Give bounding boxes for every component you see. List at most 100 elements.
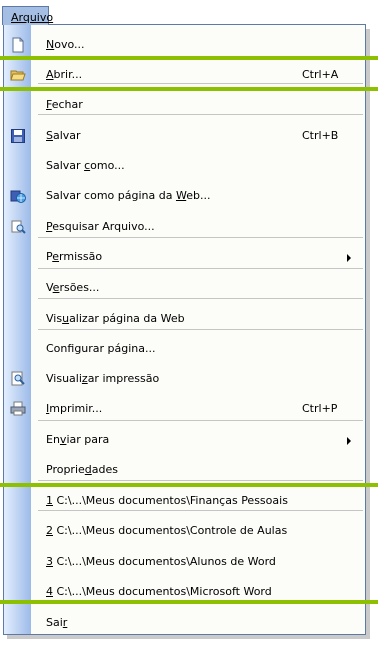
print-preview-icon	[10, 371, 26, 387]
menu-item-label: Configurar página...	[46, 342, 156, 355]
label-prefix: En	[46, 433, 60, 446]
menu-separator	[38, 268, 363, 269]
label-suffix: rsões...	[59, 281, 100, 294]
menu-separator	[38, 420, 363, 421]
menu-item-label: 1 C:\...\Meus documentos\Finanças Pessoa…	[46, 494, 288, 507]
menu-item-label: Versões...	[46, 281, 99, 294]
label-suffix: C:\...\Meus documentos\Finanças Pessoais	[53, 494, 288, 507]
menu-item-6[interactable]: Salvar como página da Web...	[4, 184, 365, 209]
menu-item-2[interactable]: Abrir... Ctrl+A	[4, 63, 365, 88]
label-mnemonic: 3	[46, 555, 53, 568]
label-mnemonic: e	[52, 250, 60, 263]
submenu-arrow-icon	[347, 254, 351, 262]
menu-separator	[38, 298, 363, 299]
menu-item-14[interactable]: Enviar para	[4, 428, 365, 453]
submenu-arrow-icon	[347, 437, 351, 445]
label-suffix: C:\...\Meus documentos\Alunos de Word	[53, 555, 276, 568]
menu-item-5[interactable]: Salvar como...	[4, 154, 365, 179]
menu-item-4[interactable]: Salvar Ctrl+B	[4, 124, 365, 149]
menu-item-17[interactable]: 2 C:\...\Meus documentos\Controle de Aul…	[4, 519, 365, 544]
menu-item-label: Sair	[46, 616, 67, 629]
label-suffix: rmissão	[59, 250, 103, 263]
menu-item-label: Propriedades	[46, 463, 118, 476]
search-file-icon	[10, 219, 26, 235]
menu-item-label: Imprimir...	[46, 402, 102, 415]
menu-arquivo-tab[interactable]: Arquivo	[2, 6, 53, 25]
label-prefix: Vis	[46, 312, 63, 325]
label-prefix: Proprie	[46, 463, 85, 476]
highlight-line-3	[0, 483, 378, 487]
label-prefix: Conf	[46, 342, 75, 355]
label-mnemonic: 2	[46, 524, 53, 537]
label-suffix: eb...	[186, 189, 211, 202]
menu-separator	[38, 480, 363, 481]
menu-item-11[interactable]: Configurar página...	[4, 337, 365, 362]
label-suffix: iar para	[66, 433, 110, 446]
label-suffix: omo...	[90, 159, 125, 172]
menu-item-18[interactable]: 3 C:\...\Meus documentos\Alunos de Word	[4, 550, 365, 575]
save-disk-icon	[10, 128, 26, 144]
label-suffix: mprimir...	[49, 402, 103, 415]
shortcut-text: Ctrl+B	[302, 129, 339, 142]
open-folder-icon	[10, 67, 26, 83]
label-mnemonic: W	[175, 189, 187, 202]
highlight-line-2	[0, 87, 378, 91]
menu-item-label: Enviar para	[46, 433, 109, 446]
menu-item-8[interactable]: Permissão	[4, 245, 365, 270]
save-as-web-icon	[10, 188, 26, 204]
label-suffix: gurar página...	[74, 342, 156, 355]
menu-item-label: Salvar	[46, 129, 81, 142]
label-suffix: ovo...	[54, 38, 85, 51]
shortcut-text: Ctrl+P	[302, 402, 338, 415]
menu-separator	[38, 237, 363, 238]
menu-item-label: Novo...	[46, 38, 85, 51]
label-suffix: ades	[91, 463, 118, 476]
label-prefix: Salvar	[46, 159, 85, 172]
menu-item-label: Visualizar impressão	[46, 372, 159, 385]
menu-item-1[interactable]: Novo...	[4, 33, 365, 58]
menu-item-13[interactable]: Imprimir... Ctrl+P	[4, 397, 365, 422]
label-suffix: brir...	[53, 68, 83, 81]
menu-item-20[interactable]: Sair	[4, 611, 365, 634]
label-mnemonic: 4	[46, 585, 53, 598]
label-mnemonic: N	[46, 38, 55, 51]
new-document-icon	[10, 37, 26, 53]
printer-icon	[10, 401, 26, 417]
label-suffix: alvar	[52, 129, 81, 142]
menu-item-label: Visualizar página da Web	[46, 312, 185, 325]
label-mnemonic: S	[46, 129, 53, 142]
label-suffix: ar impressão	[87, 372, 160, 385]
label-suffix: alizar página da Web	[69, 312, 185, 325]
menu-item-label: 2 C:\...\Meus documentos\Controle de Aul…	[46, 524, 287, 537]
menu-separator	[38, 329, 363, 330]
menu-separator	[38, 83, 363, 84]
menu-separator	[38, 114, 363, 115]
label-mnemonic: A	[46, 68, 54, 81]
label-mnemonic: 1	[46, 494, 53, 507]
menu-item-label: 3 C:\...\Meus documentos\Alunos de Word	[46, 555, 276, 568]
menu-item-12[interactable]: Visualizar impressão	[4, 367, 365, 392]
label-mnemonic: u	[62, 312, 70, 325]
menu-item-label: Permissão	[46, 250, 102, 263]
menu-item-label: Salvar como...	[46, 159, 125, 172]
label-suffix: C:\...\Meus documentos\Controle de Aulas	[53, 524, 288, 537]
menu-item-label: Fechar	[46, 98, 83, 111]
menu-item-label: 4 C:\...\Meus documentos\Microsoft Word	[46, 585, 272, 598]
highlight-line-4	[0, 600, 378, 604]
menu-item-label: Abrir...	[46, 68, 82, 81]
highlight-line-1	[0, 56, 378, 60]
file-menu-dropdown: Novo... Abrir... Ctrl+A Fechar Salvar Ctrl+B S…	[3, 24, 366, 635]
label-prefix: Sai	[46, 616, 63, 629]
label-suffix: echar	[51, 98, 83, 111]
menu-arquivo-mnemonic: Arquivo	[11, 11, 54, 24]
label-mnemonic: d	[84, 463, 92, 476]
label-prefix: Visuali	[46, 372, 82, 385]
label-mnemonic: r	[62, 616, 68, 629]
menu-item-label: Pesquisar Arquivo...	[46, 220, 155, 233]
label-suffix: C:\...\Meus documentos\Microsoft Word	[53, 585, 272, 598]
menu-separator	[38, 510, 363, 511]
label-prefix: V	[46, 281, 53, 294]
shortcut-text: Ctrl+A	[302, 68, 339, 81]
label-prefix: Salvar como página da	[46, 189, 176, 202]
menu-item-label: Salvar como página da Web...	[46, 189, 210, 202]
